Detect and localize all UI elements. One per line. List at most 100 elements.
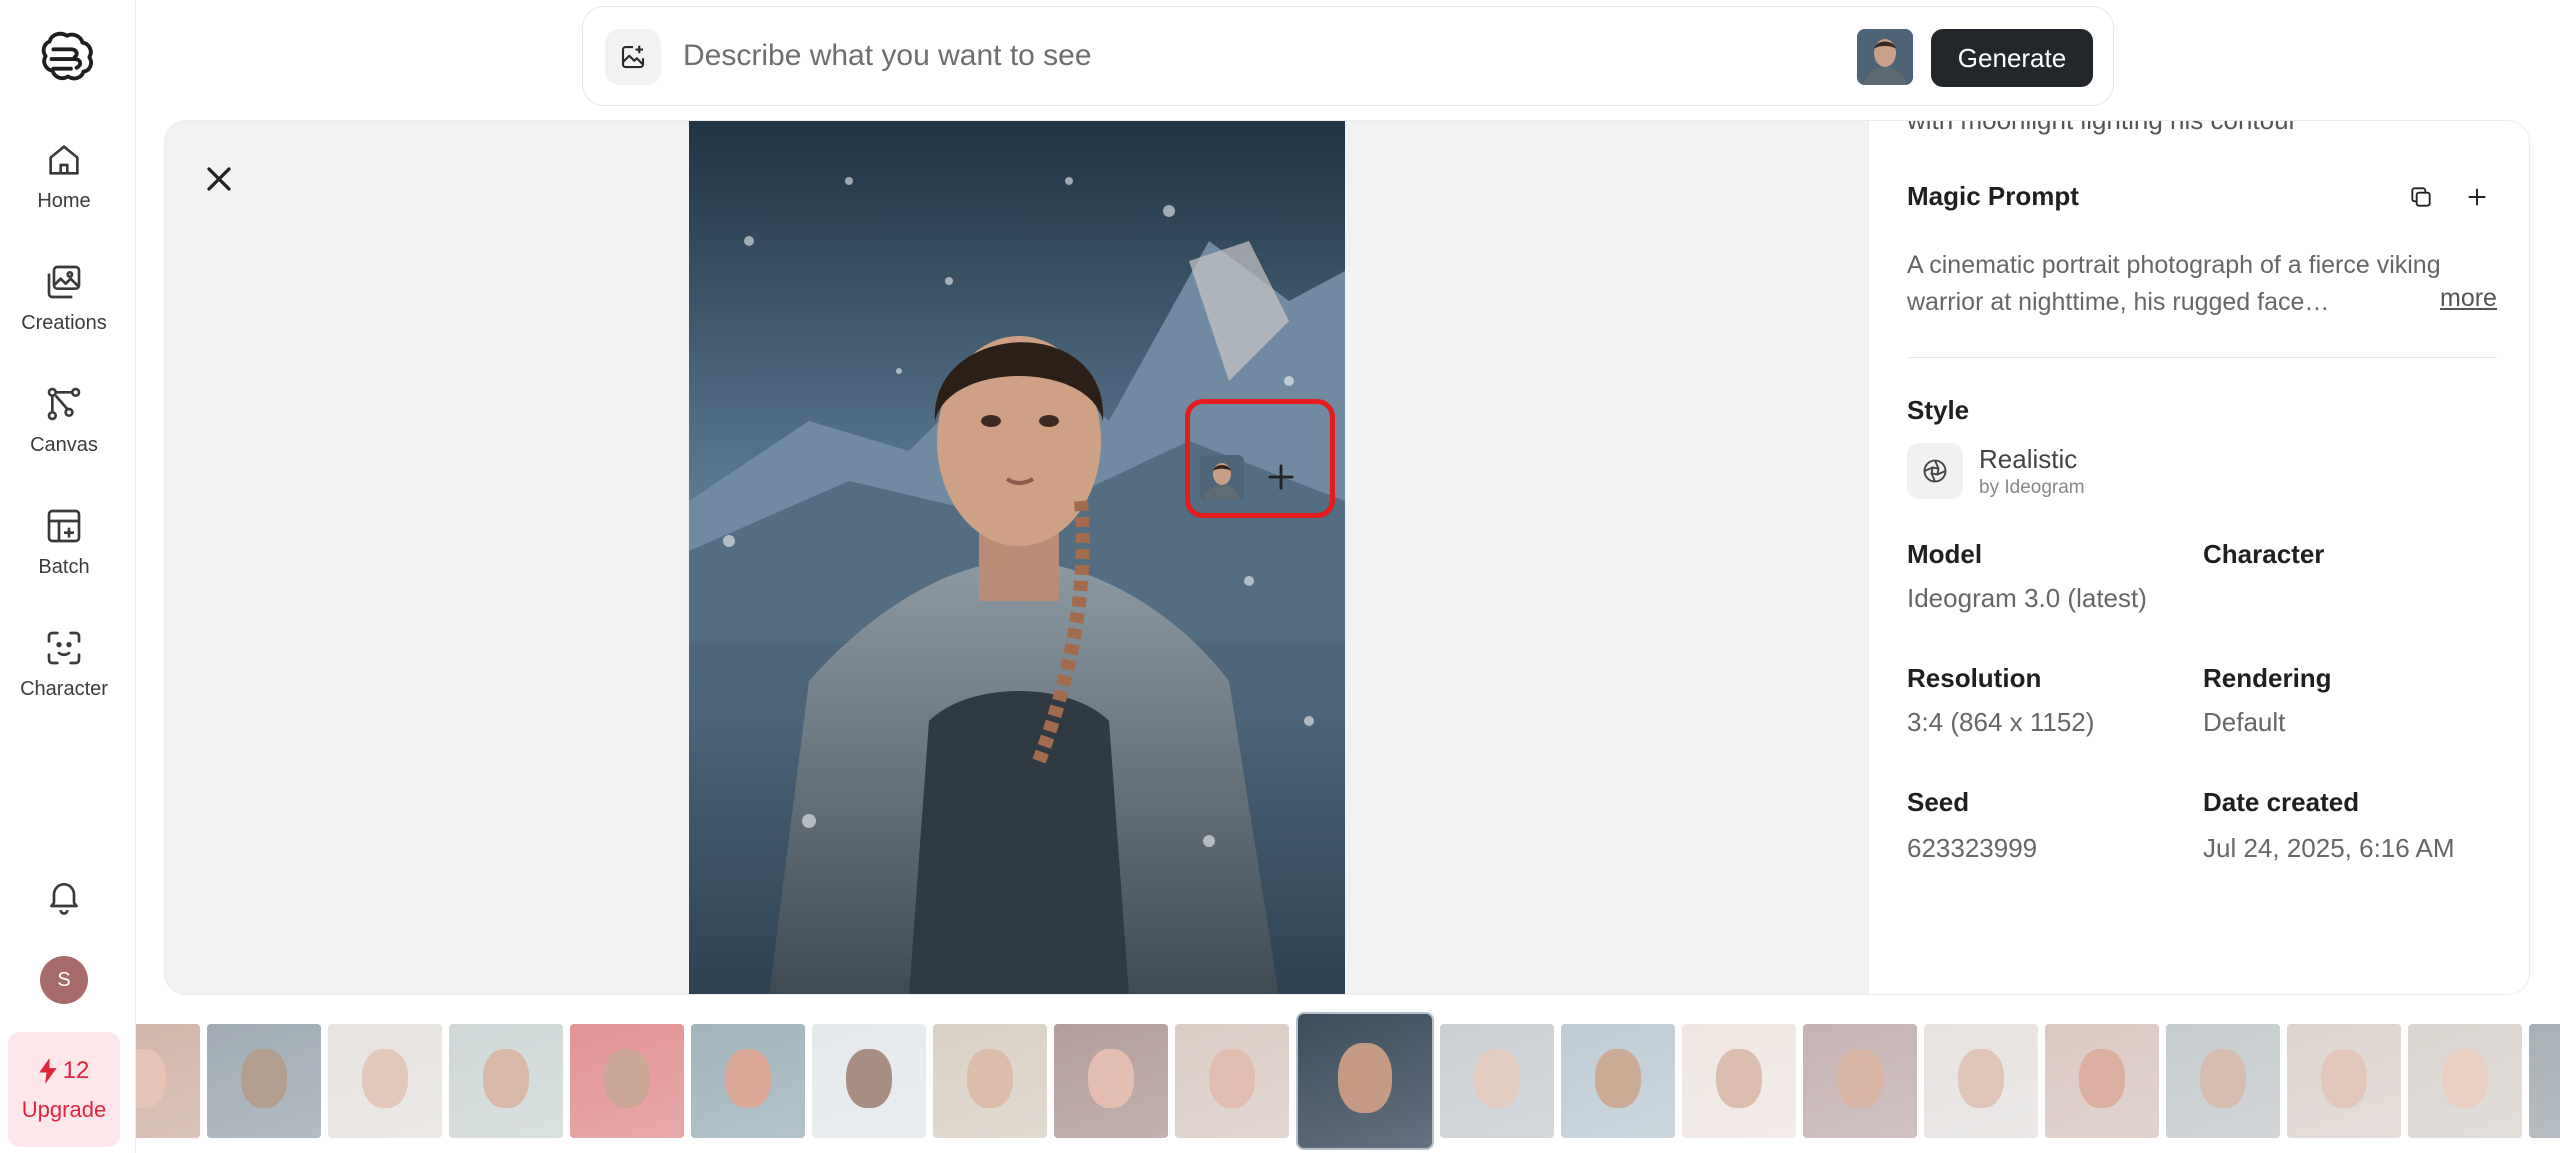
character-reference-image <box>1857 29 1913 85</box>
thumbnail[interactable] <box>328 1024 442 1138</box>
copy-button[interactable] <box>2401 177 2441 217</box>
thumbnail[interactable] <box>136 1024 200 1138</box>
sidebar-item-character[interactable]: Character <box>0 628 128 701</box>
thumbnail[interactable] <box>1175 1024 1289 1138</box>
plus-icon <box>2468 188 2486 206</box>
thumbnail[interactable] <box>1561 1024 1675 1138</box>
character-icon <box>47 631 81 665</box>
character-reference-thumbnail[interactable] <box>1857 29 1913 85</box>
user-avatar[interactable]: S <box>40 956 88 1004</box>
model-value: Ideogram 3.0 (latest) <box>1907 583 2147 613</box>
thumbnail[interactable] <box>1803 1024 1917 1138</box>
thumbnail-dim-overlay <box>1440 1024 1554 1138</box>
style-title: Style <box>1907 395 1970 425</box>
thumbnail-strip <box>136 1012 2560 1153</box>
thumbnail-dim-overlay <box>449 1024 563 1138</box>
thumbnail-dim-overlay <box>2529 1024 2560 1138</box>
thumbnail[interactable] <box>691 1024 805 1138</box>
character-title: Character <box>2203 539 2325 569</box>
generate-button[interactable]: Generate <box>1931 29 2093 87</box>
upload-image-button[interactable] <box>605 29 661 85</box>
resolution-title: Resolution <box>1907 663 2042 693</box>
thumbnail-dim-overlay <box>2408 1024 2522 1138</box>
sidebar-item-label: Batch <box>38 556 90 578</box>
thumbnail-dim-overlay <box>2166 1024 2280 1138</box>
sidebar-item-creations[interactable]: Creations <box>0 262 128 335</box>
style-name: Realistic <box>1979 444 2078 474</box>
magic-prompt-text: A cinematic portrait photograph of a fie… <box>1907 251 2441 316</box>
thumbnail-dim-overlay <box>207 1024 321 1138</box>
sidebar: Home Creations Canvas Batch Character S … <box>0 0 136 1153</box>
thumbnail-selected[interactable] <box>1296 1012 1434 1150</box>
date-created-value: Jul 24, 2025, 6:16 AM <box>2203 833 2455 863</box>
divider <box>1907 357 2497 358</box>
add-character-plus-icon[interactable] <box>1262 458 1300 496</box>
sidebar-item-label: Creations <box>21 312 107 334</box>
more-link[interactable]: more <box>2440 284 2497 313</box>
thumbnail[interactable] <box>2408 1024 2522 1138</box>
thumbnail-dim-overlay <box>328 1024 442 1138</box>
thumbnail[interactable] <box>1924 1024 2038 1138</box>
home-icon <box>49 145 79 175</box>
upgrade-label: Upgrade <box>21 1096 107 1122</box>
sidebar-item-canvas[interactable]: Canvas <box>0 384 128 457</box>
generated-image[interactable] <box>689 121 1345 994</box>
character-thumbnail[interactable] <box>1200 455 1244 499</box>
canvas-icon <box>47 387 81 421</box>
credits-value: 12 <box>62 1056 90 1084</box>
thumbnail[interactable] <box>1682 1024 1796 1138</box>
notifications-bell-icon[interactable] <box>44 876 84 916</box>
sidebar-item-label: Character <box>20 678 108 700</box>
date-created-title: Date created <box>2203 787 2360 817</box>
thumbnail[interactable] <box>1440 1024 1554 1138</box>
copy-icon <box>2411 187 2431 207</box>
upgrade-button[interactable]: 12 Upgrade <box>8 1032 120 1147</box>
magic-prompt-title: Magic Prompt <box>1907 181 2079 211</box>
model-title: Model <box>1907 539 1983 569</box>
close-icon[interactable] <box>199 159 239 199</box>
thumbnail[interactable] <box>933 1024 1047 1138</box>
thumbnail[interactable] <box>449 1024 563 1138</box>
thumbnail-dim-overlay <box>2287 1024 2401 1138</box>
thumbnail[interactable] <box>2529 1024 2560 1138</box>
image-viewer: with moonlight lighting his contour Magi… <box>164 120 2530 995</box>
thumbnail[interactable] <box>1054 1024 1168 1138</box>
thumbnail-dim-overlay <box>1924 1024 2038 1138</box>
sidebar-item-label: Canvas <box>30 434 98 456</box>
prompt-text-cutoff: with moonlight lighting his contour <box>1907 120 2298 135</box>
resolution-value: 3:4 (864 x 1152) <box>1907 707 2095 737</box>
sidebar-item-batch[interactable]: Batch <box>0 506 128 579</box>
add-prompt-button[interactable] <box>2457 177 2497 217</box>
style-thumbnail <box>1907 443 1963 499</box>
thumbnail-dim-overlay <box>1803 1024 1917 1138</box>
thumbnail-dim-overlay <box>812 1024 926 1138</box>
thumbnail-dim-overlay <box>136 1024 200 1138</box>
ideogram-logo-icon[interactable] <box>36 28 98 90</box>
rendering-title: Rendering <box>2203 663 2332 693</box>
rendering-value: Default <box>2203 707 2286 737</box>
prompt-input[interactable]: Describe what you want to see <box>683 39 1092 73</box>
thumbnail[interactable] <box>2287 1024 2401 1138</box>
thumbnail-dim-overlay <box>1561 1024 1675 1138</box>
sidebar-item-home[interactable]: Home <box>0 140 128 213</box>
seed-title: Seed <box>1907 787 1970 817</box>
character-thumbnail-image <box>1200 455 1244 499</box>
prompt-bar: Describe what you want to see Generate <box>582 6 2114 106</box>
aperture-icon <box>1923 459 1947 483</box>
thumbnail-subject <box>1338 1043 1392 1114</box>
thumbnail-dim-overlay <box>2045 1024 2159 1138</box>
thumbnail-dim-overlay <box>1682 1024 1796 1138</box>
thumbnail-dim-overlay <box>570 1024 684 1138</box>
thumbnail[interactable] <box>812 1024 926 1138</box>
thumbnail-dim-overlay <box>1054 1024 1168 1138</box>
image-add-icon <box>621 45 645 69</box>
thumbnail-dim-overlay <box>691 1024 805 1138</box>
thumbnail-dim-overlay <box>1175 1024 1289 1138</box>
thumbnail[interactable] <box>570 1024 684 1138</box>
thumbnail[interactable] <box>2045 1024 2159 1138</box>
thumbnail[interactable] <box>207 1024 321 1138</box>
image-details-panel: with moonlight lighting his contour Magi… <box>1868 120 2529 994</box>
credits-count: 12 <box>38 1056 90 1085</box>
thumbnail[interactable] <box>2166 1024 2280 1138</box>
seed-value: 623323999 <box>1907 833 2038 863</box>
